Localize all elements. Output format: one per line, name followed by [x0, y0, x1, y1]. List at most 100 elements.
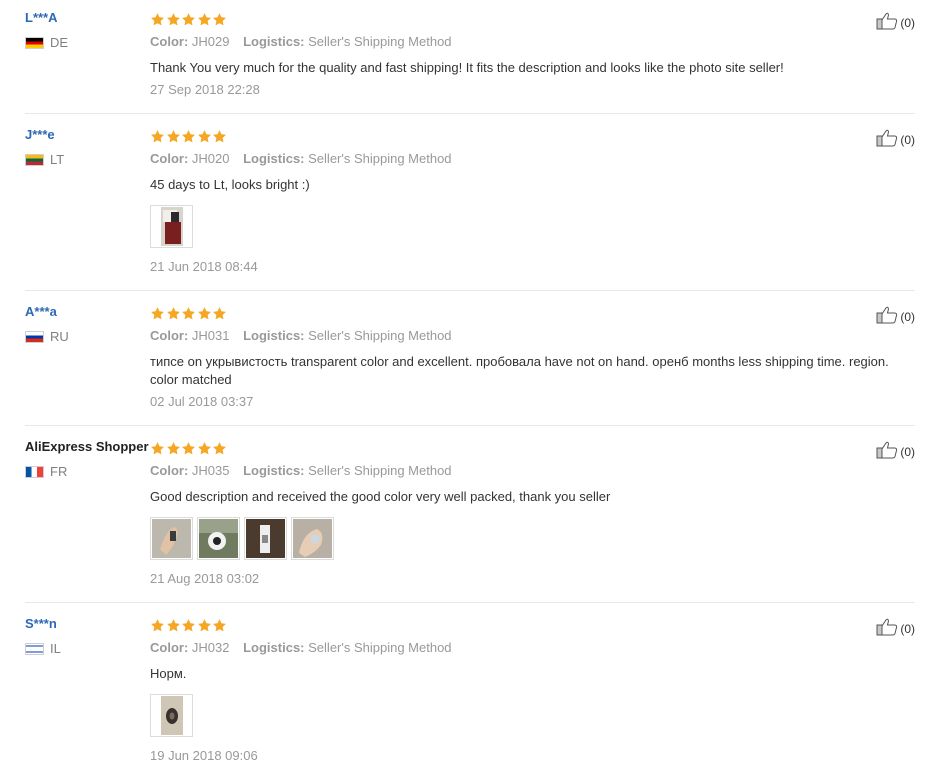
- star-icon: [197, 13, 211, 26]
- reviewer-name[interactable]: AliExpress Shopper: [25, 439, 150, 455]
- color-value: JH031: [191, 328, 230, 343]
- review-photo-thumbnail[interactable]: [150, 517, 193, 560]
- star-rating: [150, 441, 910, 457]
- review-photos: [150, 517, 910, 560]
- reviewer-name[interactable]: L***A: [25, 10, 150, 26]
- review-body: Color: JH032 Logistics: Seller's Shippin…: [150, 616, 910, 764]
- helpful-button[interactable]: (0): [876, 441, 915, 462]
- thumbs-up-icon: [876, 618, 898, 639]
- logistics-value: Seller's Shipping Method: [308, 328, 452, 343]
- logistics-label: Logistics:: [243, 328, 305, 343]
- star-icon: [182, 307, 195, 320]
- star-icon: [151, 442, 164, 455]
- logistics-label: Logistics:: [243, 151, 305, 166]
- star-rating: [150, 12, 910, 28]
- star-icon: [213, 130, 226, 143]
- order-info: Color: JH032 Logistics: Seller's Shippin…: [150, 640, 910, 656]
- star-icon: [197, 442, 211, 455]
- reviewer-info: L***A DE: [25, 10, 150, 50]
- review-photos: [150, 694, 910, 737]
- star-icon: [166, 619, 180, 632]
- star-icon: [182, 13, 195, 26]
- color-value: JH029: [191, 34, 230, 49]
- flag-lt-icon: [25, 154, 44, 166]
- thumbs-up-icon: [876, 441, 898, 462]
- reviewer-name[interactable]: A***a: [25, 304, 150, 320]
- star-icon: [213, 442, 226, 455]
- logistics-value: Seller's Shipping Method: [308, 640, 452, 655]
- helpful-button[interactable]: (0): [876, 618, 915, 639]
- review-photo-thumbnail[interactable]: [291, 517, 334, 560]
- flag-de-icon: [25, 37, 44, 49]
- helpful-button[interactable]: (0): [876, 12, 915, 33]
- thumbs-up-icon: [876, 12, 898, 33]
- review-body: Color: JH035 Logistics: Seller's Shippin…: [150, 439, 910, 587]
- review-photo-thumbnail[interactable]: [197, 517, 240, 560]
- review-item: S***n IL Color: JH032 Logistics: Seller'…: [25, 616, 915, 776]
- review-photo-thumbnail[interactable]: [150, 694, 193, 737]
- color-label: Color:: [150, 328, 189, 343]
- star-icon: [197, 130, 211, 143]
- star-icon: [166, 307, 180, 320]
- reviewer-country: IL: [25, 642, 150, 656]
- flag-ru-icon: [25, 331, 44, 343]
- order-info: Color: JH020 Logistics: Seller's Shippin…: [150, 151, 910, 167]
- reviewer-info: J***e LT: [25, 127, 150, 167]
- review-photo-thumbnail[interactable]: [244, 517, 287, 560]
- star-icon: [213, 307, 226, 320]
- color-label: Color:: [150, 34, 189, 49]
- reviewer-country: DE: [25, 36, 150, 50]
- country-code: FR: [50, 464, 68, 479]
- review-body: Color: JH031 Logistics: Seller's Shippin…: [150, 304, 910, 410]
- reviewer-info: AliExpress Shopper FR: [25, 439, 150, 479]
- review-date: 02 Jul 2018 03:37: [150, 394, 254, 409]
- review-item: AliExpress Shopper FR Color: JH035 Logis…: [25, 439, 915, 603]
- review-item: L***A DE Color: JH029 Logistics: Seller'…: [25, 10, 915, 114]
- review-text: Норм.: [150, 666, 187, 681]
- star-icon: [197, 619, 211, 632]
- logistics-label: Logistics:: [243, 640, 305, 655]
- star-rating: [150, 618, 910, 634]
- star-icon: [166, 130, 180, 143]
- country-code: DE: [50, 35, 69, 50]
- star-icon: [166, 13, 180, 26]
- country-code: IL: [50, 641, 61, 656]
- feedback-list: L***A DE Color: JH029 Logistics: Seller'…: [0, 0, 951, 776]
- reviewer-name[interactable]: J***e: [25, 127, 150, 143]
- helpful-count: (0): [900, 621, 915, 636]
- color-value: JH035: [191, 463, 230, 478]
- star-icon: [197, 307, 211, 320]
- review-item: A***a RU Color: JH031 Logistics: Seller'…: [25, 304, 915, 426]
- review-body: Color: JH029 Logistics: Seller's Shippin…: [150, 10, 910, 98]
- color-value: JH020: [191, 151, 230, 166]
- logistics-label: Logistics:: [243, 463, 305, 478]
- thumbs-up-icon: [876, 306, 898, 327]
- review-date: 21 Aug 2018 03:02: [150, 571, 260, 586]
- star-icon: [151, 13, 164, 26]
- review-text: Thank You very much for the quality and …: [150, 60, 784, 75]
- review-body: Color: JH020 Logistics: Seller's Shippin…: [150, 127, 910, 275]
- reviewer-country: LT: [25, 153, 150, 167]
- order-info: Color: JH031 Logistics: Seller's Shippin…: [150, 328, 910, 344]
- star-icon: [151, 130, 164, 143]
- star-icon: [182, 619, 195, 632]
- helpful-count: (0): [900, 132, 915, 147]
- reviewer-info: S***n IL: [25, 616, 150, 656]
- reviewer-name[interactable]: S***n: [25, 616, 150, 632]
- review-date: 27 Sep 2018 22:28: [150, 82, 260, 97]
- helpful-button[interactable]: (0): [876, 129, 915, 150]
- review-text: 45 days to Lt, looks bright :): [150, 177, 310, 192]
- helpful-button[interactable]: (0): [876, 306, 915, 327]
- order-info: Color: JH029 Logistics: Seller's Shippin…: [150, 34, 910, 50]
- star-icon: [213, 13, 226, 26]
- country-code: LT: [50, 152, 65, 167]
- review-photo-thumbnail[interactable]: [150, 205, 193, 248]
- review-text: типсе on укрывистость transparent color …: [150, 354, 889, 387]
- color-label: Color:: [150, 151, 189, 166]
- country-code: RU: [50, 329, 69, 344]
- star-icon: [182, 442, 195, 455]
- review-date: 21 Jun 2018 08:44: [150, 259, 258, 274]
- star-rating: [150, 129, 910, 145]
- review-text: Good description and received the good c…: [150, 489, 611, 504]
- thumbs-up-icon: [876, 129, 898, 150]
